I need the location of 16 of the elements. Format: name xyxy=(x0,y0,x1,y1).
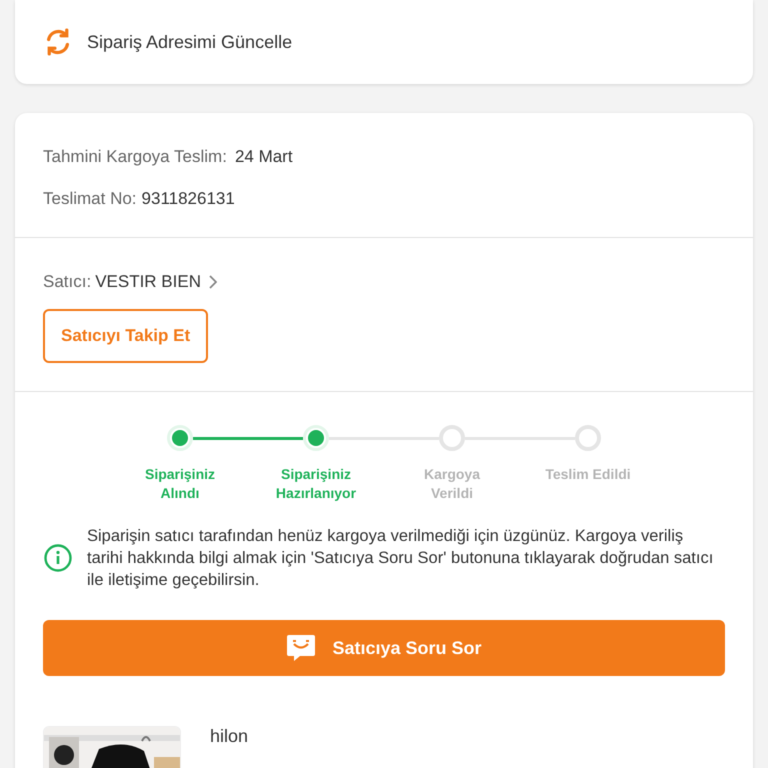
step-label: Siparişiniz Hazırlanıyor xyxy=(274,465,358,503)
info-icon xyxy=(43,543,73,573)
step-label: Teslim Edildi xyxy=(544,465,632,484)
chevron-icon xyxy=(209,275,217,289)
estimate-value: 24 Mart xyxy=(234,147,293,167)
seller-label: Satıcı: xyxy=(43,272,92,292)
seller-name[interactable]: VESTIR BIEN xyxy=(95,272,201,292)
update-address-link[interactable]: Sipariş Adresimi Güncelle xyxy=(87,32,292,52)
delay-notice: Siparişin satıcı tarafından henüz kargoya verilmediği için üzgünüz. Kargoya veriliş tarihi hakkında bilgi almak için 'Satıcıya Soru Sor' butonuna tıklayarak doğrudan satıcı ile iletişime geçebilirsin. xyxy=(87,526,714,591)
delivery-number: 9311826131 xyxy=(142,189,235,209)
estimate-label: Tahmini Kargoya Teslim: xyxy=(43,147,227,167)
delivery-number-label: Teslimat No: xyxy=(43,189,137,209)
product-name: hilon xyxy=(210,726,248,748)
step-label: Siparişiniz Alındı xyxy=(144,465,216,503)
chat-smile-icon xyxy=(286,634,316,662)
step-label: Kargoya Verildi xyxy=(422,465,482,503)
